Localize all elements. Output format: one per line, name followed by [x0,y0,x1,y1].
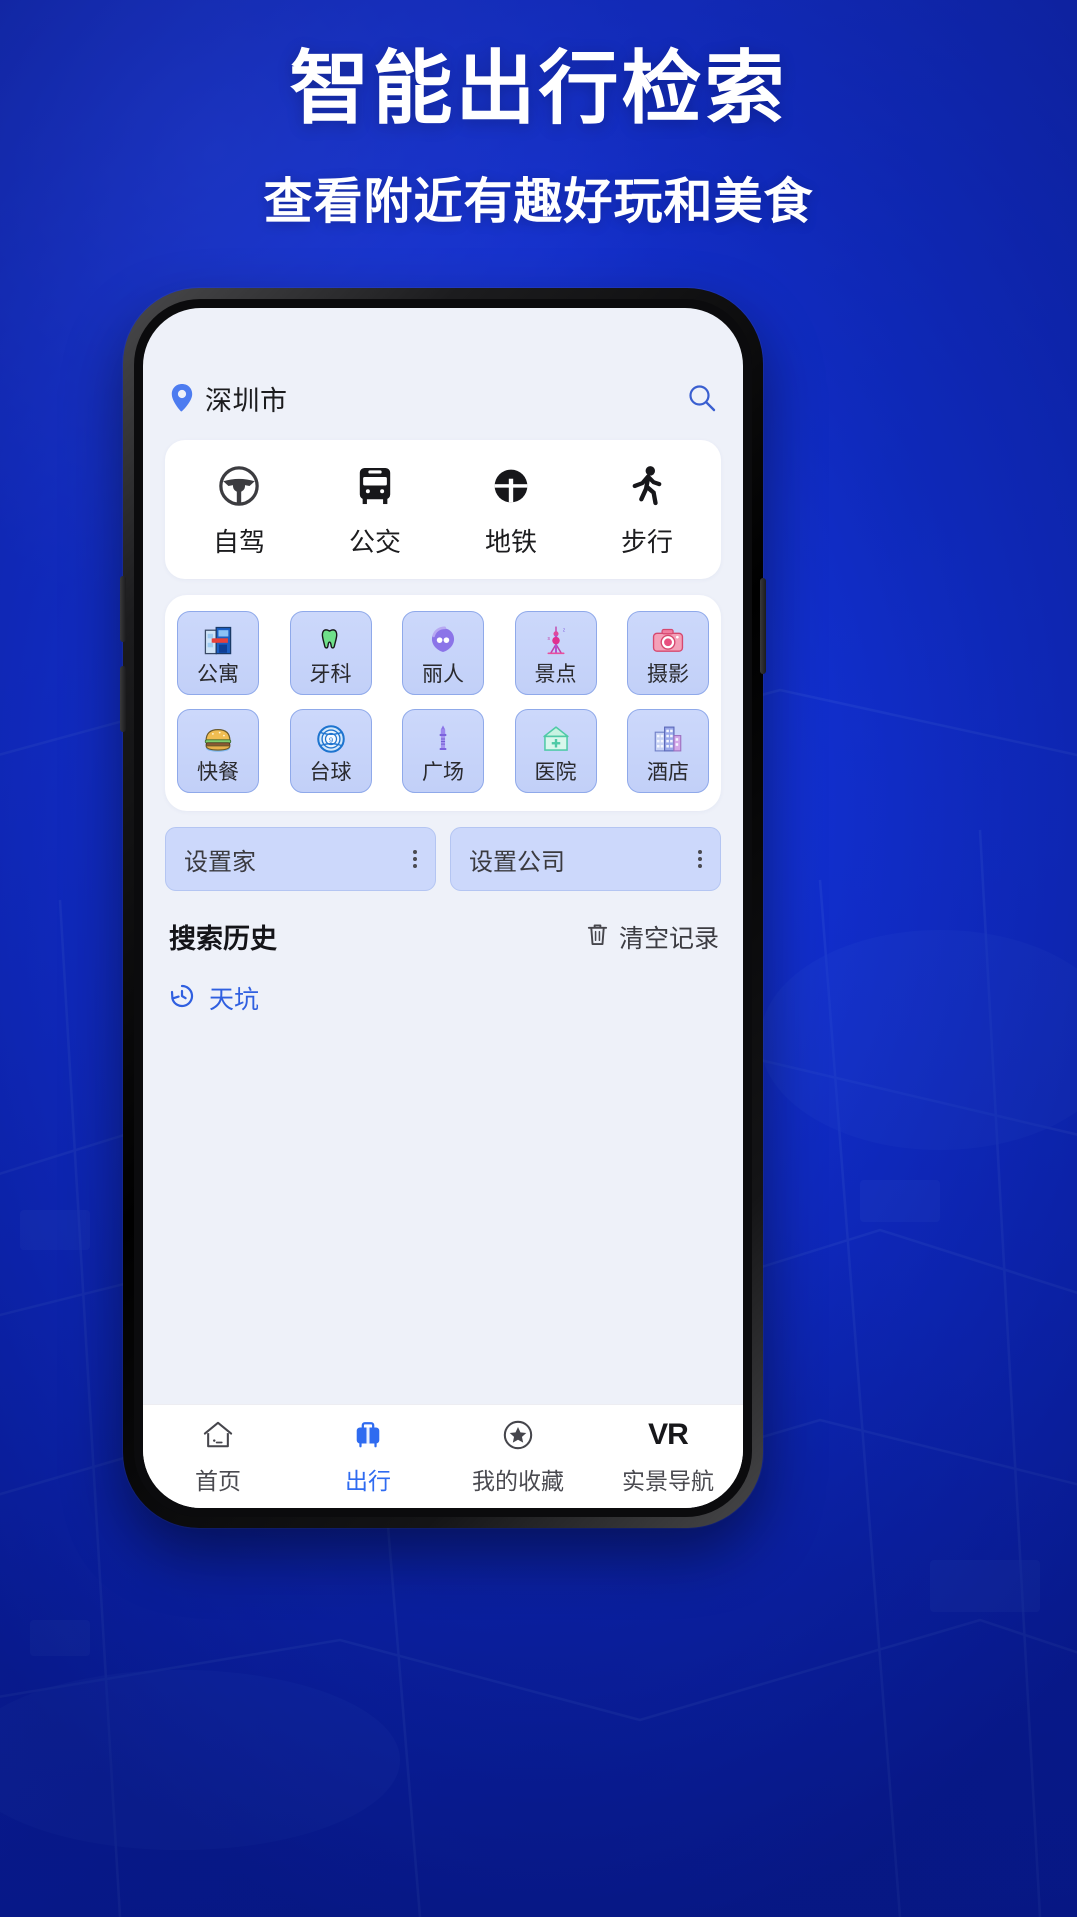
history-item-label: 天坑 [209,986,260,1014]
page-title: 智能出行检索 [289,44,788,133]
phone-bezel: 深圳市 自驾 公交 地铁 步行 公寓 牙科 丽人 z s 景点 摄影 快餐 9 … [134,299,752,1517]
phone-mockup: 深圳市 自驾 公交 地铁 步行 公寓 牙科 丽人 z s 景点 摄影 快餐 9 … [120,288,766,1528]
category-tile-fastfood[interactable]: 快餐 [177,709,259,793]
volume-down-button[interactable] [120,666,126,732]
more-vertical-icon[interactable] [413,850,417,868]
category-label: 牙科 [309,663,352,686]
category-row: 公寓 牙科 丽人 z s 景点 摄影 [177,611,709,695]
clear-history-label: 清空记录 [618,924,719,953]
phone-screen: 深圳市 自驾 公交 地铁 步行 公寓 牙科 丽人 z s 景点 摄影 快餐 9 … [143,308,743,1508]
vr-icon: VR [648,1417,689,1453]
transport-mode-label: 步行 [620,527,673,557]
category-tile-dental[interactable]: 牙科 [289,611,372,695]
plaza-icon [426,719,460,759]
category-grid-card: 公寓 牙科 丽人 z s 景点 摄影 快餐 9 台球 广场 医院 酒店 [165,595,721,811]
burger-icon [201,719,235,759]
category-label: 丽人 [422,663,464,686]
star-circle-icon [502,1417,534,1453]
history-item[interactable]: 天坑 [169,980,743,1016]
transport-mode-label: 公交 [348,527,401,557]
metro-icon [491,464,531,508]
tooth-icon [314,621,348,661]
tab-label: 出行 [345,1468,391,1494]
transport-mode-card: 自驾 公交 地铁 步行 [165,440,721,579]
hotel-icon [651,719,685,759]
transport-mode-label: 地铁 [484,527,537,557]
tab-label: 我的收藏 [472,1468,564,1494]
tab-label: 实景导航 [622,1468,714,1494]
transport-mode-metro[interactable]: 地铁 [443,464,579,559]
hero-heading-block: 智能出行检索 查看附近有趣好玩和美食 [0,0,1077,233]
set-company-button[interactable]: 设置公司 [450,827,721,891]
category-tile-billiards[interactable]: 9 台球 [289,709,372,793]
history-clock-icon [169,983,195,1014]
set-home-button[interactable]: 设置家 [165,827,436,891]
trash-icon [586,922,609,952]
tab-label: 首页 [195,1468,241,1494]
search-history-header: 搜索历史 清空记录 [169,917,719,956]
category-tile-beauty[interactable]: 丽人 [402,611,484,695]
tab-favorites[interactable]: 我的收藏 [443,1417,593,1496]
set-home-label: 设置家 [184,848,256,876]
bus-icon [356,464,394,508]
category-label: 台球 [309,761,352,784]
apartment-icon [200,621,236,661]
category-tile-attraction[interactable]: z s 景点 [514,611,597,695]
category-label: 景点 [534,663,577,686]
clear-history-button[interactable]: 清空记录 [586,919,719,955]
home-icon [202,1417,234,1453]
travel-bag-icon [352,1417,384,1453]
set-company-label: 设置公司 [469,848,565,876]
page-subtitle: 查看附近有趣好玩和美食 [263,175,814,230]
walking-icon [630,464,664,508]
category-tile-hospital[interactable]: 医院 [514,709,597,793]
category-label: 快餐 [197,761,239,784]
category-label: 医院 [534,761,577,784]
volume-up-button[interactable] [120,576,126,642]
svg-text:z: z [562,628,565,634]
transport-mode-label: 自驾 [212,527,265,557]
more-vertical-icon[interactable] [698,850,702,868]
category-tile-apartment[interactable]: 公寓 [177,611,259,695]
svg-text:s: s [547,636,550,642]
category-tile-photography[interactable]: 摄影 [627,611,709,695]
category-row: 快餐 9 台球 广场 医院 酒店 [177,709,709,793]
app-scroll-area[interactable]: 深圳市 自驾 公交 地铁 步行 公寓 牙科 丽人 z s 景点 摄影 快餐 9 … [143,370,743,1404]
location-pin-icon [171,384,193,412]
vr-glyph: VR [648,1418,689,1451]
billiards-icon: 9 [314,719,348,759]
transport-mode-bus[interactable]: 公交 [307,464,443,559]
category-label: 广场 [422,761,464,784]
search-history-title: 搜索历史 [169,924,277,954]
bottom-navigation-bar: 首页 出行 我的收藏 VR 实景导航 [143,1404,743,1508]
category-tile-plaza[interactable]: 广场 [402,709,484,793]
camera-icon [651,621,685,661]
tower-icon: z s [539,621,573,661]
shortcut-setters: 设置家 设置公司 [165,827,721,891]
app-content: 深圳市 自驾 公交 地铁 步行 公寓 牙科 丽人 z s 景点 摄影 快餐 9 … [143,308,743,1508]
transport-mode-walk[interactable]: 步行 [579,464,715,559]
power-button[interactable] [760,578,766,674]
category-label: 公寓 [197,663,239,686]
category-label: 酒店 [647,761,689,784]
location-bar: 深圳市 [143,370,743,426]
category-tile-hotel[interactable]: 酒店 [627,709,709,793]
tab-home[interactable]: 首页 [143,1417,293,1496]
search-icon[interactable] [687,383,717,413]
steering-wheel-icon [218,464,260,508]
tab-travel[interactable]: 出行 [293,1417,443,1496]
beauty-icon [426,621,460,661]
transport-mode-drive[interactable]: 自驾 [171,464,307,559]
transport-mode-row: 自驾 公交 地铁 步行 [165,440,721,579]
hospital-icon [539,719,573,759]
category-label: 摄影 [647,663,689,686]
tab-ar-navigation[interactable]: VR 实景导航 [593,1417,743,1496]
location-city-label[interactable]: 深圳市 [205,379,288,418]
